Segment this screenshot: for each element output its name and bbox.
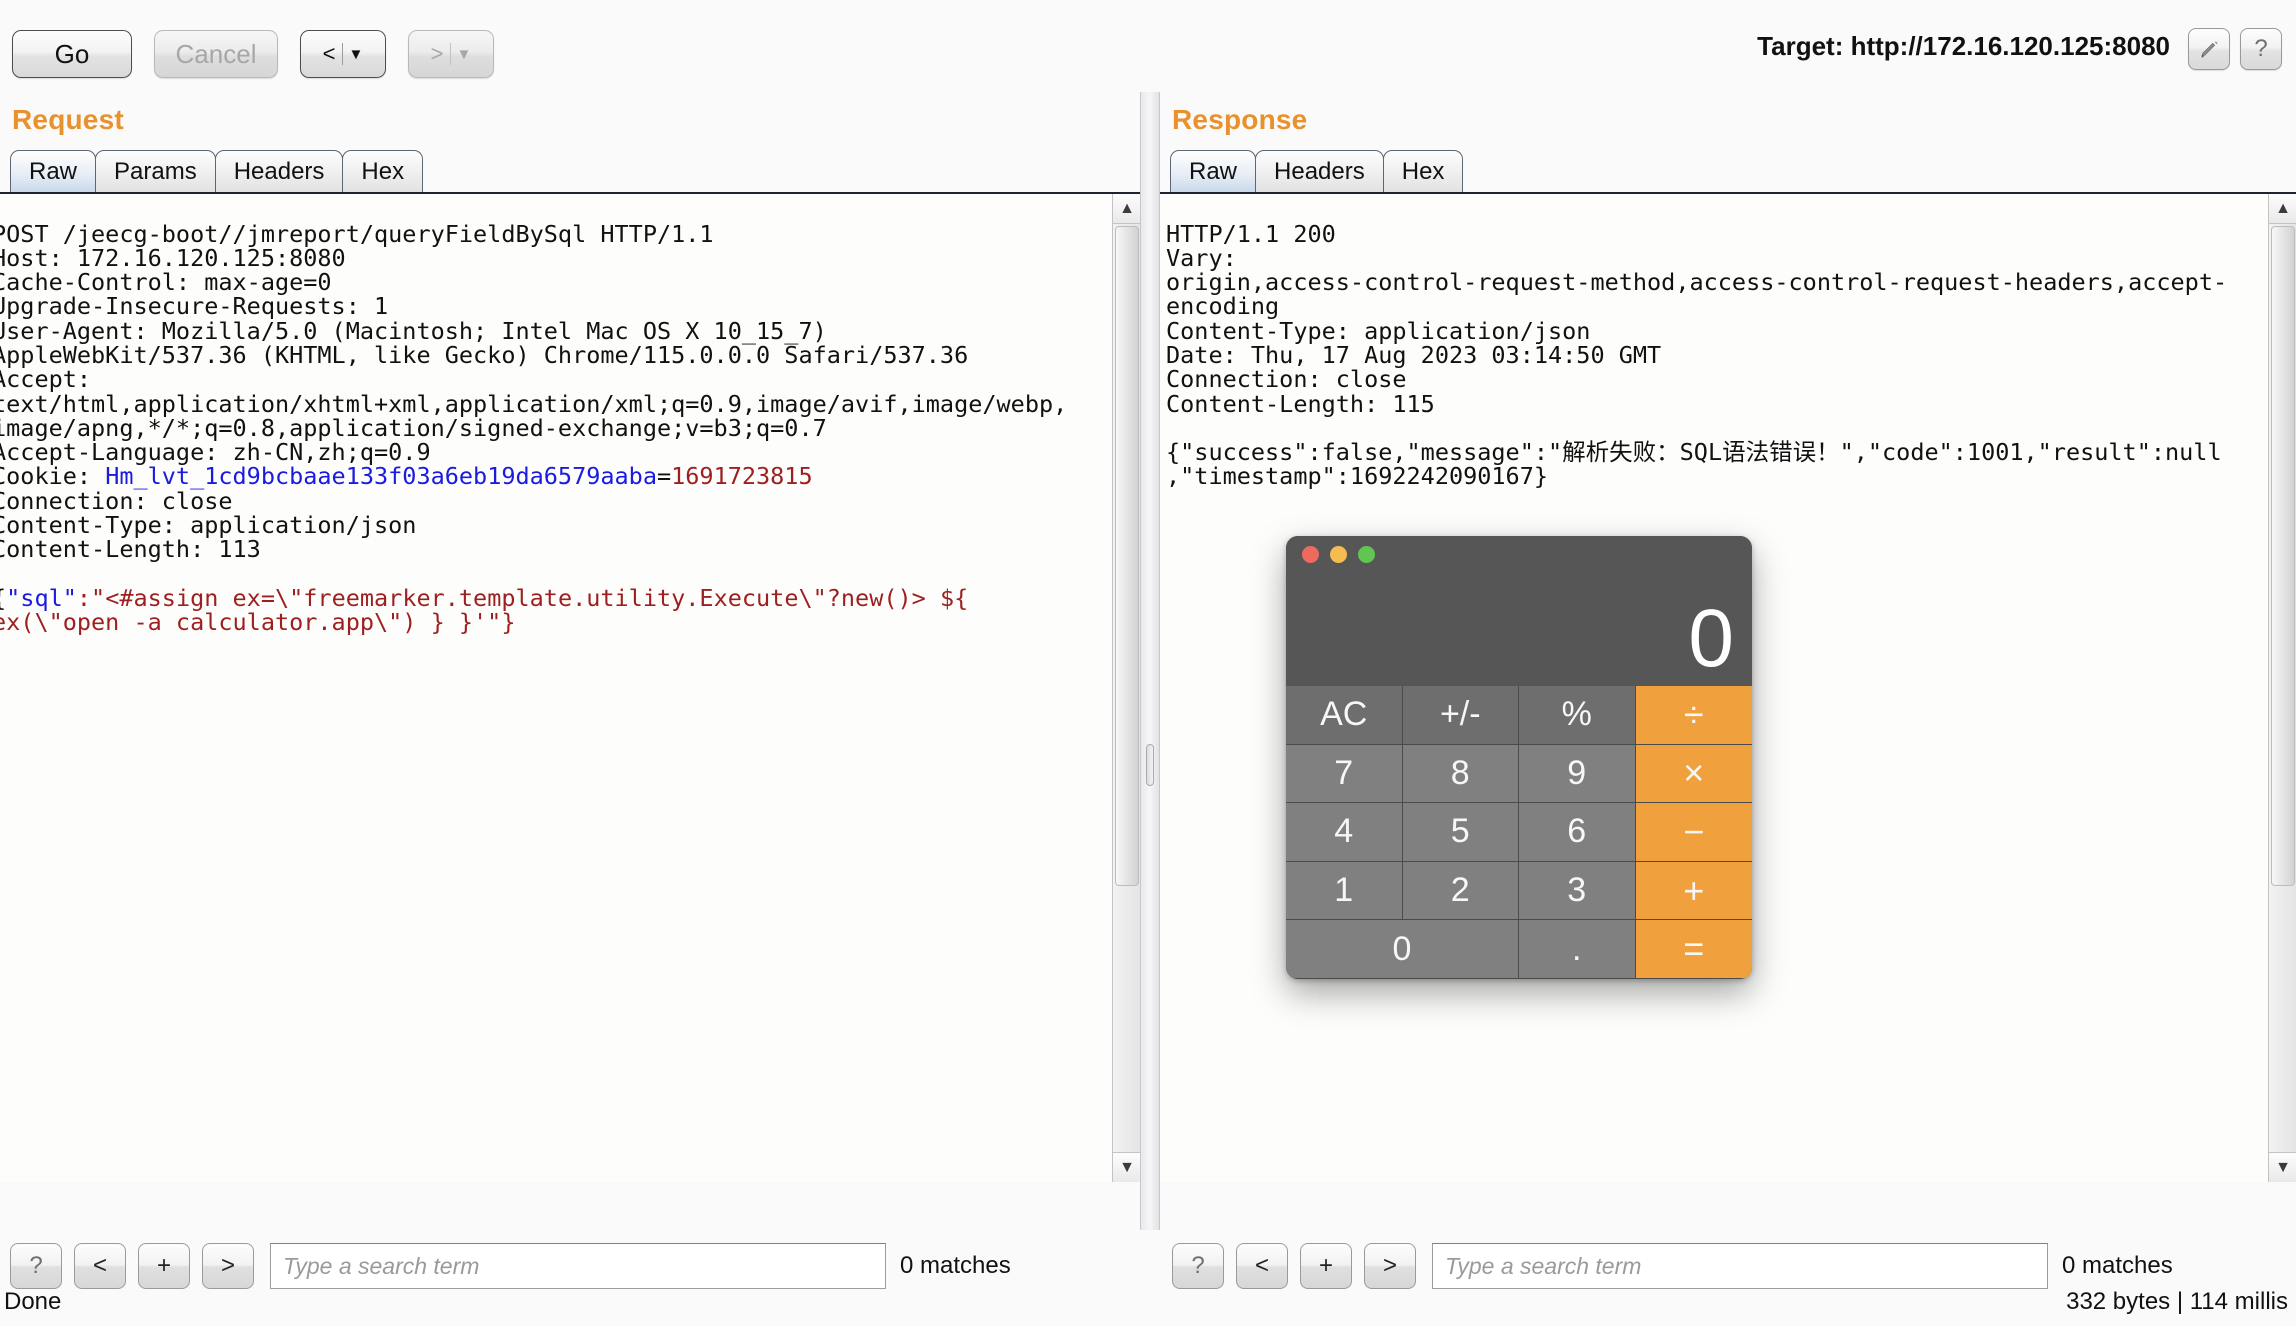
search-next-button[interactable]: > [1364, 1243, 1416, 1289]
calculator-key-0[interactable]: 0 [1286, 920, 1519, 979]
forward-arrow-icon: > [430, 41, 444, 66]
maximize-window-icon[interactable] [1358, 546, 1375, 563]
calculator-window[interactable]: 0 AC +/-% ÷ 7 8 9 × 4 5 6− 1 2 3 +0. = [1286, 536, 1752, 979]
calculator-keypad: AC +/-% ÷ 7 8 9 × 4 5 6− 1 2 3 +0. = [1286, 686, 1752, 979]
request-search-input[interactable] [270, 1243, 886, 1289]
response-scrollbar[interactable]: ▲ ▼ [2268, 194, 2296, 1182]
help-button[interactable]: ? [2240, 28, 2282, 70]
scroll-down-icon[interactable]: ▼ [1113, 1152, 1140, 1182]
status-metrics: 332 bytes | 114 millis [2066, 1288, 2288, 1315]
calculator-key-AC[interactable]: AC [1286, 686, 1403, 745]
calculator-display: 0 [1286, 570, 1752, 686]
minimize-window-icon[interactable] [1330, 546, 1347, 563]
calculator-key-4[interactable]: 4 [1286, 803, 1403, 862]
calculator-titlebar[interactable] [1286, 536, 1752, 570]
search-add-button[interactable]: + [1300, 1243, 1352, 1289]
question-mark-icon: ? [2254, 35, 2268, 62]
request-panel: Request Raw Params Headers Hex POST /jee… [0, 92, 1140, 1230]
go-button[interactable]: Go [12, 30, 132, 78]
request-editor[interactable]: POST /jeecg-boot//jmreport/queryFieldByS… [0, 192, 1140, 1182]
calculator-key-1[interactable]: 1 [1286, 861, 1403, 921]
top-toolbar: Go Cancel < ▼ > ▼ Target: http://172.16.… [0, 0, 2296, 92]
close-window-icon[interactable] [1302, 546, 1319, 563]
status-text: Done [4, 1288, 62, 1315]
calculator-key-9[interactable]: 9 [1519, 744, 1636, 804]
response-match-count: 0 matches [2062, 1252, 2173, 1279]
calculator-key-3[interactable]: 3 [1519, 861, 1636, 921]
calculator-key-2[interactable]: 2 [1402, 861, 1519, 921]
cancel-button[interactable]: Cancel [154, 30, 278, 78]
response-title: Response [1172, 104, 1308, 135]
request-raw-text[interactable]: POST /jeecg-boot//jmreport/queryFieldByS… [0, 221, 1067, 635]
response-raw-text[interactable]: HTTP/1.1 200 Vary: origin,access-control… [1166, 221, 2227, 489]
calculator-key-plus[interactable]: + [1635, 861, 1752, 921]
calculator-key-multiply[interactable]: × [1635, 744, 1752, 804]
response-search-input[interactable] [1432, 1243, 2048, 1289]
request-scrollbar[interactable]: ▲ ▼ [1112, 194, 1140, 1182]
search-prev-button[interactable]: < [74, 1243, 126, 1289]
response-tabs: Raw Headers Hex [1170, 150, 1464, 192]
search-help-button[interactable]: ? [10, 1243, 62, 1289]
calculator-key-equals[interactable]: = [1635, 920, 1752, 979]
calculator-key-8[interactable]: 8 [1402, 744, 1519, 804]
calculator-key-7[interactable]: 7 [1286, 744, 1403, 804]
search-next-button[interactable]: > [202, 1243, 254, 1289]
panel-splitter[interactable] [1140, 92, 1160, 1230]
tab-request-headers[interactable]: Headers [214, 150, 344, 192]
response-search-bar: ? < + > 0 matches [1172, 1238, 2173, 1294]
calculator-key-5[interactable]: 5 [1402, 803, 1519, 862]
calculator-display-value: 0 [1688, 593, 1734, 684]
scroll-up-icon[interactable]: ▲ [2269, 194, 2296, 224]
scroll-up-icon[interactable]: ▲ [1113, 194, 1140, 224]
request-match-count: 0 matches [900, 1252, 1011, 1279]
chevron-down-icon[interactable]: ▼ [457, 46, 472, 63]
target-area: Target: http://172.16.120.125:8080 [1757, 24, 2170, 68]
edit-target-button[interactable] [2188, 28, 2230, 70]
tab-request-raw[interactable]: Raw [10, 150, 97, 192]
calculator-key-6[interactable]: 6 [1519, 803, 1636, 862]
scroll-down-icon[interactable]: ▼ [2269, 1152, 2296, 1182]
calculator-key-plusminus[interactable]: +/- [1402, 686, 1519, 745]
divider [449, 43, 451, 65]
back-arrow-icon: < [322, 41, 336, 66]
search-help-button[interactable]: ? [1172, 1243, 1224, 1289]
request-title: Request [12, 104, 124, 135]
tab-request-params[interactable]: Params [95, 150, 216, 192]
calculator-key-minus[interactable]: − [1635, 803, 1752, 862]
calculator-key-percent[interactable]: % [1519, 686, 1636, 745]
search-prev-button[interactable]: < [1236, 1243, 1288, 1289]
scrollbar-thumb[interactable] [2271, 226, 2295, 886]
tab-response-raw[interactable]: Raw [1170, 150, 1257, 192]
target-label: Target: http://172.16.120.125:8080 [1757, 30, 2170, 61]
calculator-key-divide[interactable]: ÷ [1635, 686, 1752, 745]
calculator-key-decimal[interactable]: . [1519, 920, 1636, 979]
request-search-bar: ? < + > 0 matches [10, 1238, 1011, 1294]
search-add-button[interactable]: + [138, 1243, 190, 1289]
back-button[interactable]: < ▼ [300, 30, 386, 78]
divider [341, 43, 343, 65]
forward-button[interactable]: > ▼ [408, 30, 494, 78]
chevron-down-icon[interactable]: ▼ [349, 46, 364, 63]
tab-response-hex[interactable]: Hex [1382, 150, 1464, 192]
tab-request-hex[interactable]: Hex [342, 150, 424, 192]
tab-response-headers[interactable]: Headers [1255, 150, 1384, 192]
pencil-icon [2189, 29, 2229, 69]
splitter-grip[interactable] [1146, 744, 1154, 786]
scrollbar-thumb[interactable] [1115, 226, 1139, 886]
request-tabs: Raw Params Headers Hex [10, 150, 424, 192]
